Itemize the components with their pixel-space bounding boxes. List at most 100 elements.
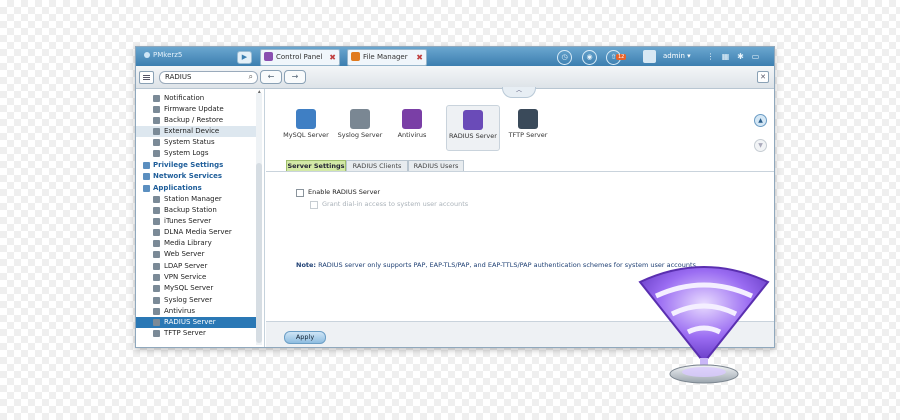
sidebar-item-label: Backup Station xyxy=(164,206,217,214)
show-desktop-button[interactable]: ▶ xyxy=(237,51,252,64)
app-icon-mysql-server[interactable]: MySQL Server xyxy=(280,105,332,149)
sidebar-item-syslog-server[interactable]: Syslog Server xyxy=(136,295,256,306)
sidebar-item-system-logs[interactable]: System Logs xyxy=(136,148,256,159)
enable-radius-label: Enable RADIUS Server xyxy=(308,188,381,196)
tab-radius-clients[interactable]: RADIUS Clients xyxy=(346,160,408,171)
grant-dialin-checkbox[interactable] xyxy=(310,201,318,209)
sidebar-item-icon xyxy=(153,218,160,225)
app-icon-radius-server[interactable]: RADIUS Server xyxy=(446,105,500,151)
sidebar-item-icon xyxy=(153,308,160,315)
sidebar-item-icon xyxy=(153,330,160,337)
sidebar-item-web-server[interactable]: Web Server xyxy=(136,249,256,260)
sidebar-item-label: External Device xyxy=(164,127,220,135)
sidebar-item-dlna-media-server[interactable]: DLNA Media Server xyxy=(136,227,256,238)
app-icon-antivirus[interactable]: Antivirus xyxy=(386,105,438,149)
sidebar-item-icon xyxy=(153,274,160,281)
antivirus-icon xyxy=(402,109,422,129)
app-icon-tftp-server[interactable]: TFTP Server xyxy=(502,105,554,149)
sidebar-item-antivirus[interactable]: Antivirus xyxy=(136,306,256,317)
sidebar-scrollbar[interactable] xyxy=(256,93,262,345)
sidebar-item-backup-station[interactable]: Backup Station xyxy=(136,205,256,216)
note-prefix: Note: xyxy=(296,261,317,269)
sidebar-item-ldap-server[interactable]: LDAP Server xyxy=(136,261,256,272)
search-icon: ⌕ xyxy=(248,72,253,81)
sidebar-item-icon xyxy=(153,240,160,247)
tab-file-manager[interactable]: File Manager ✖ xyxy=(347,49,427,66)
sidebar-item-icon xyxy=(153,263,160,270)
tab-server-settings[interactable]: Server Settings xyxy=(286,160,346,171)
sidebar-item-label: Antivirus xyxy=(164,307,195,315)
sidebar-item-backup-restore[interactable]: Backup / Restore xyxy=(136,115,256,126)
search-input[interactable]: RADIUS ⌕ xyxy=(159,71,258,84)
user-menu[interactable]: admin ▾ xyxy=(663,52,691,60)
sidebar-item-label: LDAP Server xyxy=(164,262,208,270)
forward-button[interactable]: → xyxy=(284,70,306,84)
sidebar-item-label: Backup / Restore xyxy=(164,116,224,124)
sidebar-item-vpn-service[interactable]: VPN Service xyxy=(136,272,256,283)
sidebar-item-notification[interactable]: Notification xyxy=(136,93,256,104)
sidebar-item-external-device[interactable]: External Device xyxy=(136,126,256,137)
close-button[interactable]: ✕ xyxy=(757,71,769,83)
sidebar-category-network-services[interactable]: Network Services xyxy=(136,171,256,182)
app-icon-label: TFTP Server xyxy=(508,131,548,139)
tab-label: RADIUS Clients xyxy=(352,162,402,170)
notification-badge: 12 xyxy=(616,54,627,60)
sidebar-item-label: TFTP Server xyxy=(164,329,206,337)
grid-icon[interactable]: ▦ xyxy=(720,51,731,62)
sidebar-item-label: RADIUS Server xyxy=(164,318,216,326)
avatar[interactable] xyxy=(643,50,656,63)
sidebar-item-label: iTunes Server xyxy=(164,217,212,225)
app-icon-label: RADIUS Server xyxy=(449,132,497,140)
sidebar-item-icon xyxy=(153,106,160,113)
radius-server-icon xyxy=(463,110,483,130)
enable-radius-checkbox[interactable] xyxy=(296,189,304,197)
tab-label: Control Panel xyxy=(276,53,323,61)
logo: PMkerz5 xyxy=(144,51,182,59)
sidebar-item-radius-server[interactable]: RADIUS Server xyxy=(136,317,256,328)
sidebar-item-mysql-server[interactable]: MySQL Server xyxy=(136,283,256,294)
sidebar-item-icon xyxy=(153,139,160,146)
logo-text: PMkerz5 xyxy=(153,51,183,59)
back-button[interactable]: ← xyxy=(260,70,282,84)
collapse-handle[interactable]: ︿ xyxy=(502,87,536,98)
more-icon[interactable]: ⋮ xyxy=(705,51,716,62)
tab-radius-users[interactable]: RADIUS Users xyxy=(408,160,464,171)
clock-icon[interactable]: ◷ xyxy=(557,50,572,65)
app-icon-syslog-server[interactable]: Syslog Server xyxy=(334,105,386,149)
tab-control-panel[interactable]: Control Panel ✖ xyxy=(260,49,340,66)
toolbar: RADIUS ⌕ ← → ✕ xyxy=(136,66,774,89)
scroll-up-button[interactable]: ▲ xyxy=(754,114,767,127)
sidebar-item-tftp-server[interactable]: TFTP Server xyxy=(136,328,256,339)
sidebar-item-icon xyxy=(153,117,160,124)
sidebar-item-station-manager[interactable]: Station Manager xyxy=(136,194,256,205)
sidebar-item-icon xyxy=(153,95,160,102)
sidebar-item-label: DLNA Media Server xyxy=(164,228,232,236)
scrollbar-thumb[interactable] xyxy=(256,163,262,343)
scroll-down-button[interactable]: ▼ xyxy=(754,139,767,152)
monitor-icon[interactable]: ▭ xyxy=(750,51,761,62)
menu-button[interactable] xyxy=(139,71,154,84)
sidebar-item-system-status[interactable]: System Status xyxy=(136,137,256,148)
sidebar-item-icon xyxy=(143,173,150,180)
close-icon[interactable]: ✖ xyxy=(329,50,336,65)
sidebar-item-itunes-server[interactable]: iTunes Server xyxy=(136,216,256,227)
options-icon[interactable]: ✱ xyxy=(735,51,746,62)
sidebar-item-icon xyxy=(153,229,160,236)
app-icon-label: Antivirus xyxy=(397,131,427,139)
wifi-base-glow xyxy=(682,367,726,377)
tab-label: Server Settings xyxy=(287,162,345,170)
sidebar-item-label: System Logs xyxy=(164,149,209,157)
top-bar: PMkerz5 ▶ Control Panel ✖ File Manager ✖… xyxy=(136,47,774,66)
close-icon[interactable]: ✖ xyxy=(416,50,423,65)
sidebar-item-media-library[interactable]: Media Library xyxy=(136,238,256,249)
sidebar-category-applications[interactable]: Applications xyxy=(136,183,256,194)
sidebar-item-icon xyxy=(143,162,150,169)
sidebar-item-firmware-update[interactable]: Firmware Update xyxy=(136,104,256,115)
apply-button[interactable]: Apply xyxy=(284,331,326,344)
sidebar-category-privilege-settings[interactable]: Privilege Settings xyxy=(136,160,256,171)
sidebar-item-label: Syslog Server xyxy=(164,296,213,304)
sidebar-item-icon xyxy=(153,285,160,292)
dashboard-icon[interactable]: ◉ xyxy=(582,50,597,65)
search-value: RADIUS xyxy=(165,73,192,81)
sidebar-item-icon xyxy=(153,196,160,203)
